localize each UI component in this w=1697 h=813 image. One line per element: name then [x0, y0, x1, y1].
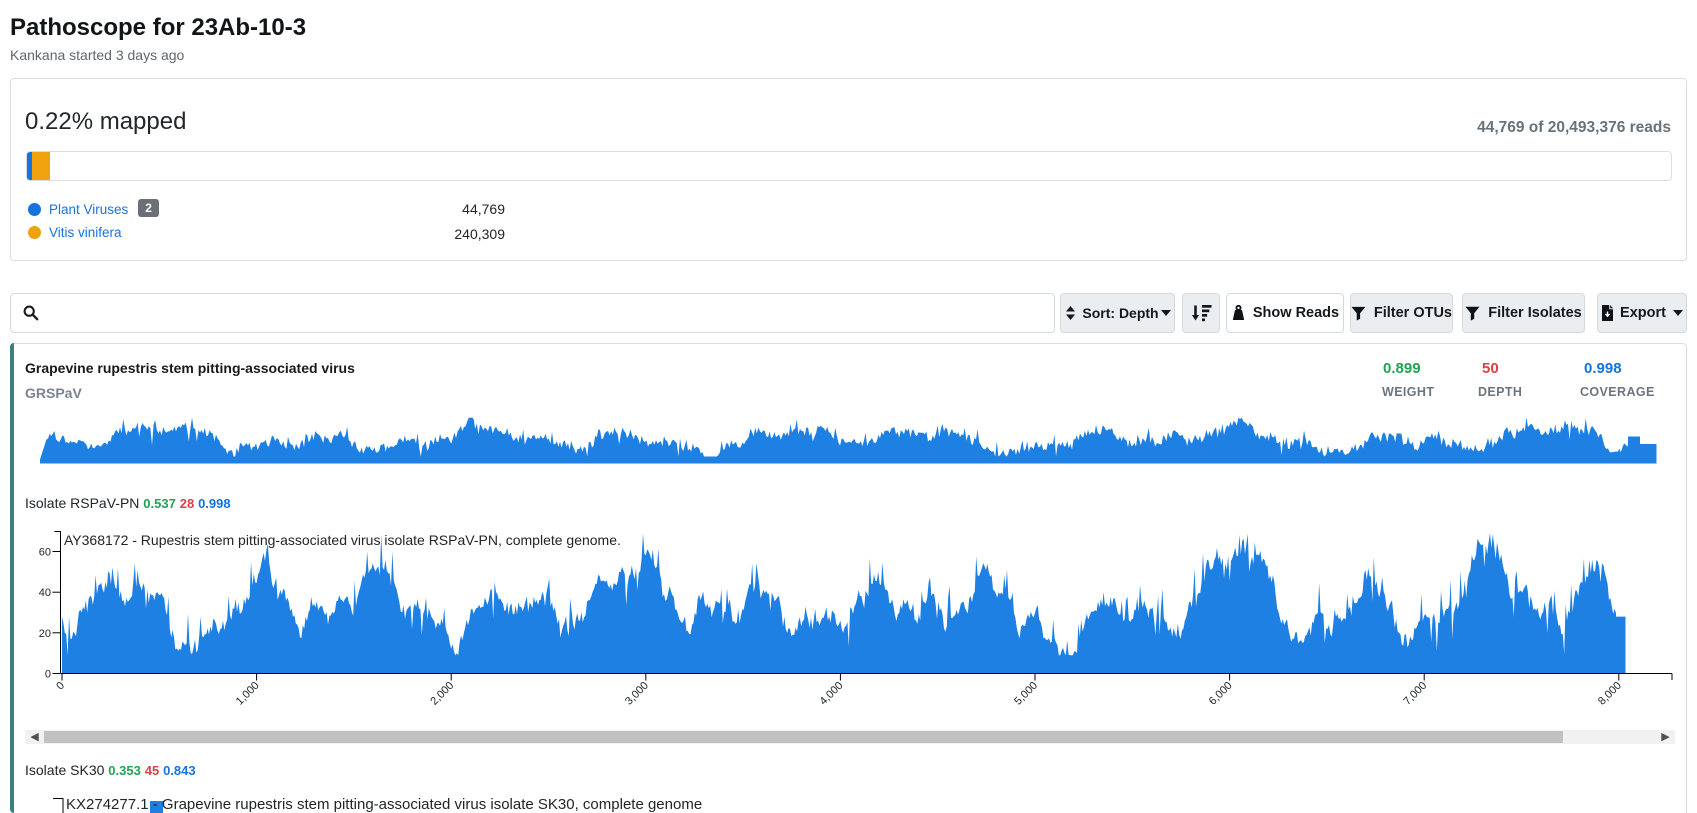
- svg-text:5,000: 5,000: [1012, 680, 1040, 708]
- svg-text:7,000: 7,000: [1401, 680, 1429, 708]
- svg-text:3,000: 3,000: [623, 680, 651, 708]
- svg-text:20: 20: [39, 628, 51, 640]
- svg-text:2,000: 2,000: [428, 680, 456, 708]
- svg-text:0: 0: [45, 669, 51, 681]
- svg-text:1,000: 1,000: [234, 680, 262, 708]
- svg-text:6,000: 6,000: [1207, 680, 1235, 708]
- svg-text:40: 40: [39, 587, 51, 599]
- svg-text:0: 0: [54, 680, 67, 693]
- svg-text:8,000: 8,000: [1596, 680, 1624, 708]
- svg-text:KX274277.1 - Grapevine rupestr: KX274277.1 - Grapevine rupestris stem pi…: [66, 796, 702, 813]
- svg-text:60: 60: [39, 547, 51, 559]
- svg-text:AY368172 - Rupestris stem pitt: AY368172 - Rupestris stem pitting-associ…: [64, 532, 621, 548]
- svg-text:4,000: 4,000: [818, 680, 846, 708]
